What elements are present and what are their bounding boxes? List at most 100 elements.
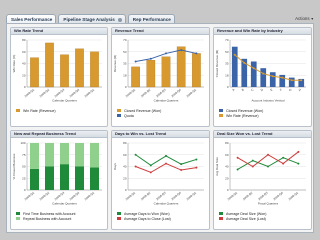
panel-title: Days to Win vs. Lost Trend xyxy=(112,131,209,138)
panel-title: New and Repeat Business Trend xyxy=(11,131,107,138)
tab-sales-performance[interactable]: Sales Performance xyxy=(6,14,57,23)
new-repeat-legend: First Time Business with Account Repeat … xyxy=(16,211,76,221)
legend-swatch xyxy=(16,109,20,112)
data-point xyxy=(236,156,239,159)
y-tick-label: 70 xyxy=(123,38,127,42)
tab-pipeline-stage-analysis[interactable]: Pipeline Stage Analysis xyxy=(58,14,126,23)
bar-segment xyxy=(30,143,39,169)
panel-title: Win Rate Trend xyxy=(11,28,107,35)
legend-label: Closed Revenue (Won) xyxy=(124,108,162,113)
dashboard-area: Win Rate Trend 0 20 40 60 80 Win Rate (%) Cale… xyxy=(6,23,314,233)
legend-swatch xyxy=(16,217,20,220)
bar-segment xyxy=(30,168,39,190)
y-axis-title: Revenue (M) xyxy=(113,55,117,72)
x-tick-label: 2009-Q1 xyxy=(186,190,198,201)
legend-item: Average Deal Size (Won) xyxy=(219,211,266,216)
legend-label: Average Deal Size (Won) xyxy=(226,211,267,216)
bar-segment xyxy=(90,167,99,190)
x-tick-label: G xyxy=(288,87,293,92)
revenue-chart: 018355370Revenue (M)Calendar Quarters200… xyxy=(113,38,204,103)
x-tick-label: E xyxy=(269,88,273,92)
legend-label: Average Deal Size (Lost) xyxy=(226,216,266,221)
legend-swatch xyxy=(117,109,121,112)
data-point xyxy=(297,150,300,153)
data-point xyxy=(180,163,183,166)
data-point xyxy=(149,57,152,60)
data-point xyxy=(195,52,198,55)
y-tick-label: 18 xyxy=(225,73,229,77)
data-point xyxy=(243,61,246,64)
y-tick-label: 18 xyxy=(123,73,127,77)
bar xyxy=(176,46,186,88)
bar xyxy=(146,59,156,88)
x-tick-label: 2008-Q4 xyxy=(170,190,182,201)
legend-label: Closed Revenue (Won) xyxy=(226,108,264,113)
x-axis-title: Fiscal Quarters xyxy=(258,202,279,206)
legend-item: Average Deal Size (Lost) xyxy=(219,216,266,221)
y-tick-label: 0 xyxy=(125,188,127,192)
x-tick-label: 2008-Q3 xyxy=(155,87,167,98)
y-tick-label: 53 xyxy=(123,50,127,54)
x-tick-label: 2008-Q2 xyxy=(140,87,152,98)
legend-swatch xyxy=(16,212,20,215)
data-point xyxy=(297,162,300,165)
y-axis-title: Closed Revenue (M) xyxy=(215,50,219,78)
data-point xyxy=(180,169,183,172)
y-tick-label: 35 xyxy=(225,62,229,66)
bar xyxy=(269,72,276,87)
x-tick-label: 2008-Q1 xyxy=(227,190,239,201)
bar xyxy=(30,57,39,88)
y-axis-title: % Closed Business xyxy=(12,153,16,179)
legend-item: Average Days to Close (Lost) xyxy=(117,216,171,221)
y-tick-label: 20 xyxy=(123,176,127,180)
legend-label: Win Rate (Revenue) xyxy=(23,108,56,113)
data-point xyxy=(281,76,284,79)
dashboard-tabs: Sales Performance Pipeline Stage Analysi… xyxy=(6,14,314,23)
panel-days-to-win: Days to Win vs. Lost Trend 0 20 40 60 80 Days… xyxy=(111,130,210,230)
bar xyxy=(45,42,54,88)
data-point xyxy=(282,156,285,159)
x-tick-label: 2008-Q2 xyxy=(140,190,152,201)
bar xyxy=(260,68,267,87)
x-tick-label: 2008-Q1 xyxy=(24,87,36,98)
legend-swatch xyxy=(219,217,223,220)
y-tick-label: 60 xyxy=(225,153,229,157)
legend-swatch xyxy=(117,212,121,215)
bar xyxy=(250,61,257,87)
bar-segment xyxy=(45,166,54,190)
legend-item: Win Rate (Revenue) xyxy=(219,113,263,118)
days-to-win-chart: 020406080DaysCalendar Quarters2008-Q1 200… xyxy=(113,141,204,206)
y-tick-label: 70 xyxy=(225,38,229,42)
x-tick-label: 2009-Q1 xyxy=(186,87,198,98)
legend-label: Average Days to Won (Won) xyxy=(124,211,170,216)
data-point xyxy=(262,72,265,75)
data-point xyxy=(233,53,236,56)
data-point xyxy=(134,153,137,156)
x-tick-label: A xyxy=(231,88,235,92)
y-tick-label: 25 xyxy=(22,176,26,180)
win-rate-legend: Win Rate (Revenue) xyxy=(16,108,56,113)
data-point xyxy=(267,153,269,156)
y-tick-label: 75 xyxy=(22,153,26,157)
chevron-down-icon: ▼ xyxy=(310,16,314,21)
bar-segment xyxy=(60,164,69,190)
win-rate-chart: 020406080Win Rate (%)Calendar Quarters20… xyxy=(12,38,102,103)
y-tick-label: 60 xyxy=(123,153,127,157)
y-tick-label: 0 xyxy=(125,85,127,89)
panel-title: Revenue Trend xyxy=(112,28,209,35)
legend-item: Closed Revenue (Won) xyxy=(117,108,161,113)
tab-rep-performance[interactable]: Rep Performance xyxy=(127,14,175,23)
y-axis-title: Avg Deal Size xyxy=(215,157,219,176)
actions-menu[interactable]: Actions ▼ xyxy=(295,16,314,23)
bar xyxy=(60,54,69,88)
y-tick-label: 80 xyxy=(123,141,127,145)
bar xyxy=(192,53,201,88)
panel-title: Deal Size Won vs. Lost Trend xyxy=(214,131,311,138)
bar xyxy=(161,56,171,88)
x-tick-label: F xyxy=(279,88,283,92)
y-tick-label: 40 xyxy=(123,165,127,169)
x-tick-label: 2008-Q1 xyxy=(125,190,137,201)
tab-close-icon[interactable] xyxy=(117,17,122,22)
x-tick-label: D xyxy=(260,87,265,92)
legend-label: Average Days to Close (Lost) xyxy=(124,216,171,221)
